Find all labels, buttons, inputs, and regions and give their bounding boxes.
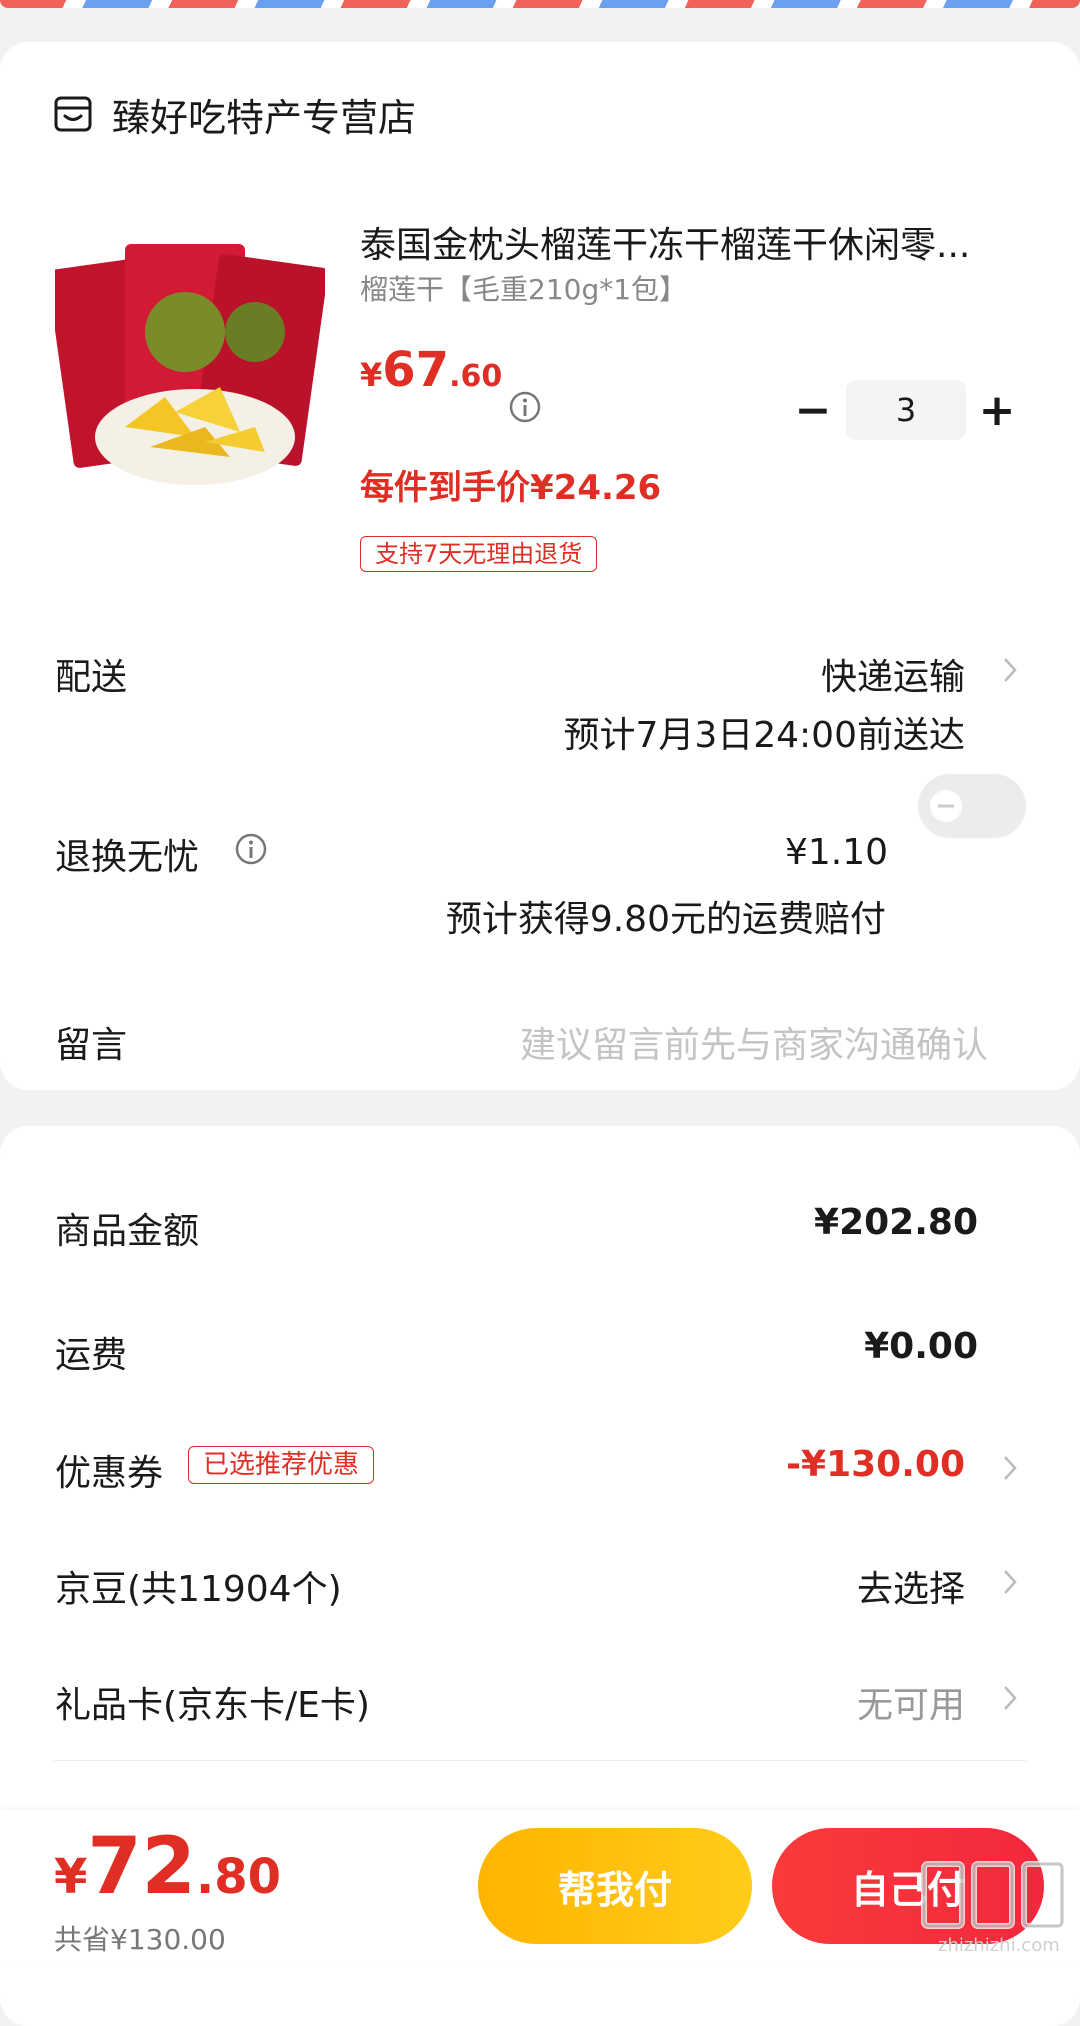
saved-amount: 共省¥130.00 xyxy=(54,1923,226,1956)
worry-free-label: 退换无忧 xyxy=(55,837,200,878)
total-currency: ¥ xyxy=(54,1849,88,1905)
goods-amount-value: ¥202.80 xyxy=(814,1202,978,1243)
total-integer: 72 xyxy=(87,1822,196,1912)
decrease-button[interactable]: − xyxy=(788,380,838,440)
delivery-method[interactable]: 快递运输 xyxy=(821,648,965,700)
message-label: 留言 xyxy=(55,1025,128,1066)
worry-free-info-icon[interactable] xyxy=(234,832,268,866)
price-currency: ¥ xyxy=(360,356,383,394)
worry-free-note: 预计获得9.80元的运费赔付 xyxy=(445,899,886,940)
product-spec[interactable]: 榴莲干【毛重210g*1包】 xyxy=(360,268,687,308)
delivery-eta: 预计7月3日24:00前送达 xyxy=(563,715,965,756)
coupon-value[interactable]: -¥130.00 xyxy=(786,1444,965,1485)
gift-card-label: 礼品卡(京东卡/E卡) xyxy=(55,1685,370,1726)
jd-beans-label: 京豆(共11904个) xyxy=(55,1569,342,1610)
quantity-input[interactable]: 3 xyxy=(846,380,966,440)
product-title[interactable]: 泰国金枕头榴莲干冻干榴莲干休闲零... xyxy=(360,216,1030,268)
toggle-off-icon xyxy=(930,790,962,822)
order-item-card: 臻好吃特产专营店 泰国金枕头榴莲干冻干榴莲干休闲零... 榴莲干【毛重210g*… xyxy=(0,42,1080,1090)
help-me-pay-button[interactable]: 帮我付 xyxy=(478,1828,752,1944)
delivery-label: 配送 xyxy=(55,657,128,698)
product-price: ¥67.60 xyxy=(360,342,502,398)
chevron-right-icon[interactable] xyxy=(1002,1454,1018,1482)
price-info-icon[interactable] xyxy=(508,390,542,424)
price-integer: 67 xyxy=(382,342,450,398)
goods-amount-label: 商品金额 xyxy=(55,1211,200,1252)
coupon-label: 优惠券 xyxy=(55,1453,164,1494)
store-icon xyxy=(54,96,92,132)
quantity-stepper: − 3 + xyxy=(780,380,1024,440)
total-decimal: .80 xyxy=(195,1849,281,1905)
chevron-right-icon[interactable] xyxy=(1002,656,1018,684)
message-input[interactable]: 建议留言前先与商家沟通确认 xyxy=(520,1016,988,1068)
watermark-text: zhizhizhi.com xyxy=(938,1935,1060,1956)
divider xyxy=(54,1760,1026,1761)
worry-free-toggle[interactable] xyxy=(918,774,1026,838)
product-image[interactable] xyxy=(55,222,325,492)
total-price: ¥72.80 xyxy=(54,1822,281,1912)
jd-beans-select[interactable]: 去选择 xyxy=(857,1560,965,1612)
gift-card-value[interactable]: 无可用 xyxy=(857,1676,965,1728)
unit-price: 每件到手价¥24.26 xyxy=(360,468,662,508)
airmail-border xyxy=(0,0,1080,8)
shipping-label: 运费 xyxy=(55,1335,128,1376)
coupon-tag: 已选推荐优惠 xyxy=(188,1446,375,1484)
shop-header[interactable]: 臻好吃特产专营店 xyxy=(54,84,416,144)
increase-button[interactable]: + xyxy=(972,380,1022,440)
price-decimal: .60 xyxy=(449,359,503,394)
shop-name: 臻好吃特产专营店 xyxy=(112,95,417,140)
worry-free-price: ¥1.10 xyxy=(784,832,888,873)
shipping-value: ¥0.00 xyxy=(864,1326,978,1367)
chevron-right-icon[interactable] xyxy=(1002,1684,1018,1712)
chevron-right-icon[interactable] xyxy=(1002,1568,1018,1596)
return-policy-badge: 支持7天无理由退货 xyxy=(360,536,598,572)
